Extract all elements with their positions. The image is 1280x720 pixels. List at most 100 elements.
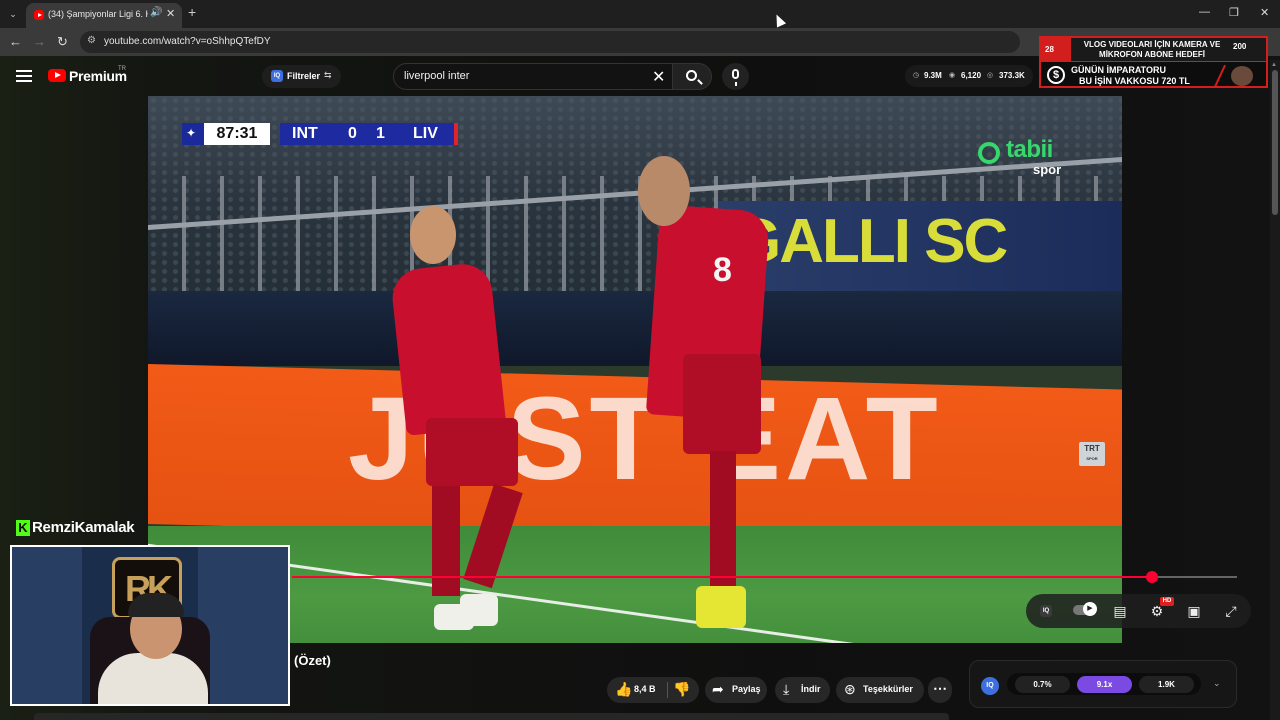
player-left-boot <box>460 594 498 626</box>
chevron-down-icon[interactable]: ⌄ <box>1213 678 1221 689</box>
address-bar[interactable]: ⚙ youtube.com/watch?v=oShhpQTefDY <box>80 31 1020 53</box>
emperor-title: GÜNÜN İMPARATORU <box>1071 65 1166 75</box>
donation-count-right: 200 <box>1233 42 1247 51</box>
youtube-favicon-icon <box>34 10 44 20</box>
reload-icon[interactable]: ↻ <box>57 34 68 50</box>
download-label: İndir <box>801 684 821 694</box>
away-team: LIV <box>413 125 438 142</box>
like-dislike-group: 👍 8,4 B 👎 <box>607 677 699 703</box>
thanks-icon: ⊛ <box>844 681 856 697</box>
url-text: youtube.com/watch?v=oShhpQTefDY <box>104 36 271 47</box>
share-label: Paylaş <box>732 684 761 694</box>
page-scrollbar[interactable] <box>1270 60 1280 720</box>
search-button[interactable] <box>672 63 712 90</box>
search-input[interactable]: liverpool inter ✕ <box>393 63 677 90</box>
trt-label: TRT <box>1084 444 1100 453</box>
kick-logo-icon: K <box>16 520 30 536</box>
fullscreen-icon[interactable]: ⤢ <box>1223 603 1239 619</box>
broadcaster-sub: spor <box>1033 162 1062 177</box>
iq-stat-count[interactable]: 1.9K <box>1139 676 1194 693</box>
score-panel: INT 0 1 LIV <box>280 123 454 145</box>
hd-badge: HD <box>1160 597 1174 606</box>
streamer-name: RemziKamalak <box>32 519 135 536</box>
player-right-boot <box>696 586 746 628</box>
thanks-label: Teşekkürler <box>863 684 913 694</box>
microphone-icon <box>732 69 739 86</box>
player-left-head <box>410 206 456 264</box>
restore-icon[interactable]: ❐ <box>1229 6 1239 19</box>
away-score: 1 <box>376 125 385 142</box>
tab-search-icon[interactable]: ⌄ <box>4 5 22 23</box>
scroll-up-icon[interactable]: ▲ <box>1271 62 1277 68</box>
download-button[interactable]: ⤓ İndir <box>775 677 830 703</box>
voice-search-button[interactable] <box>722 63 749 90</box>
screen: ⌄ (34) Şampiyonlar Ligi 6. Haf 🔊 ✕ + — ❐… <box>0 0 1280 720</box>
filters-button[interactable]: IQ Filtreler ⇆ <box>262 65 341 88</box>
more-actions-button[interactable]: ⋯ <box>928 677 952 703</box>
new-tab-icon[interactable]: + <box>188 4 196 20</box>
like-count[interactable]: 8,4 B <box>634 684 656 694</box>
filters-label: Filtreler <box>287 71 321 81</box>
autoplay-toggle[interactable] <box>1073 602 1097 616</box>
team-color-strip <box>454 123 458 145</box>
champions-league-logo-icon <box>182 123 204 145</box>
back-icon[interactable]: ← <box>9 34 22 49</box>
video-title: (Özet) <box>294 653 331 668</box>
progress-scrubber[interactable] <box>1145 571 1158 583</box>
scroll-thumb[interactable] <box>1272 70 1278 215</box>
divider <box>667 682 668 698</box>
subs-icon: ◎ <box>987 72 994 79</box>
clear-search-icon[interactable]: ✕ <box>652 67 665 87</box>
player-left-shorts <box>426 418 518 486</box>
share-button[interactable]: ➦ Paylaş <box>705 677 767 703</box>
broadcaster-logo: tabii <box>1006 136 1053 163</box>
shelf-left <box>12 547 82 704</box>
views-count: 9.3M <box>924 71 942 80</box>
miniplayer-icon[interactable]: ▣ <box>1186 603 1202 619</box>
video-player[interactable]: GALLI SC JUST EAT 8 87:31 INT 0 1 LIV <box>148 96 1122 643</box>
country-code: TR <box>118 66 126 72</box>
download-icon: ⤓ <box>783 681 790 697</box>
like-icon[interactable]: 👍 <box>615 681 632 698</box>
site-info-icon[interactable]: ⚙ <box>87 35 96 46</box>
divider <box>1214 64 1226 88</box>
browser-tab[interactable]: (34) Şampiyonlar Ligi 6. Haf 🔊 ✕ <box>26 3 182 28</box>
donor-avatar <box>1231 66 1253 86</box>
player-right-shorts <box>683 354 761 454</box>
youtube-logo-icon[interactable] <box>48 69 66 82</box>
thanks-button[interactable]: ⊛ Teşekkürler <box>836 677 924 703</box>
forward-icon[interactable]: → <box>33 34 46 49</box>
photographer-area <box>148 291 1122 366</box>
donation-goal-bar: 28 VLOG VIDEOLARI İÇİN KAMERA VE MİKROFO… <box>1041 38 1266 62</box>
home-team: INT <box>292 125 318 142</box>
subtitles-icon[interactable]: ▤ <box>1112 603 1128 619</box>
tab-close-icon[interactable]: ✕ <box>166 7 175 20</box>
speaker-icon[interactable]: 🔊 <box>150 7 162 18</box>
donation-count-left: 28 <box>1041 38 1071 61</box>
dislike-icon[interactable]: 👎 <box>673 681 690 698</box>
donation-goal-text: VLOG VIDEOLARI İÇİN KAMERA VE MİKROFON A… <box>1083 40 1221 59</box>
trt-spor-logo: TRT SPOR <box>1079 442 1105 466</box>
video-progress-bar[interactable] <box>292 571 1237 583</box>
search-icon <box>686 70 697 81</box>
iq-panel-icon[interactable]: IQ <box>981 677 999 695</box>
close-window-icon[interactable]: ✕ <box>1260 6 1269 19</box>
player-right-head <box>638 156 690 226</box>
player-left <box>389 261 507 436</box>
coin-icon: $ <box>1047 66 1065 84</box>
shirt-number: 8 <box>713 251 732 289</box>
minimize-icon[interactable]: — <box>1199 6 1210 18</box>
webcam-overlay: RK <box>10 545 290 706</box>
page-bottom-bar <box>34 713 949 720</box>
shelf-right <box>198 547 288 704</box>
player-left-leg <box>432 486 460 596</box>
player-controls: IQ ▤ ⚙ HD ▣ ⤢ <box>1026 594 1251 628</box>
emperor-subtitle: BU İŞİN VAKKOSU 720 TL <box>1079 76 1190 86</box>
tabii-logo-icon <box>978 142 1000 164</box>
iq-stat-percent[interactable]: 0.7% <box>1015 676 1070 693</box>
iq-stat-multiplier[interactable]: 9.1x <box>1077 676 1132 693</box>
player-right-leg <box>710 451 736 596</box>
browser-tab-bar: ⌄ (34) Şampiyonlar Ligi 6. Haf 🔊 ✕ + — ❐… <box>0 0 1280 28</box>
hamburger-menu-icon[interactable] <box>16 70 32 82</box>
iq-control-icon[interactable]: IQ <box>1040 605 1052 617</box>
